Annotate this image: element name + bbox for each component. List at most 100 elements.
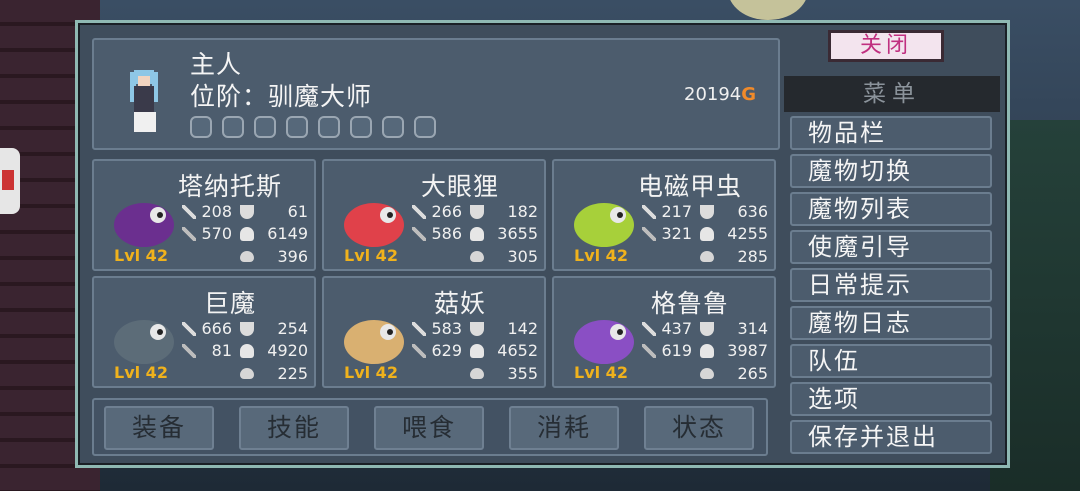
monster-attack: 666 bbox=[201, 319, 232, 338]
monster-card[interactable]: 电磁甲虫 217 636 321 4255 285 Lvl 42 bbox=[552, 159, 776, 271]
feather-icon bbox=[350, 116, 372, 138]
menu-item-options[interactable]: 选项 bbox=[790, 382, 992, 416]
monster-magic: 81 bbox=[211, 341, 232, 360]
heart-icon bbox=[470, 344, 484, 358]
feather-icon bbox=[286, 116, 308, 138]
menu-item-familiar-guide[interactable]: 使魔引导 bbox=[790, 230, 992, 264]
menu-title: 菜单 bbox=[784, 76, 1000, 112]
monster-card[interactable]: 塔纳托斯 208 61 570 6149 396 Lvl 42 bbox=[92, 159, 316, 271]
monster-hp: 4652 bbox=[497, 341, 538, 360]
sword-icon bbox=[182, 322, 196, 336]
player-info-card: 主人 位阶：驯魔大师 20194G bbox=[92, 38, 780, 150]
shield-icon bbox=[240, 322, 254, 336]
monster-magic: 321 bbox=[661, 224, 692, 243]
monster-pupil bbox=[387, 329, 393, 335]
monster-mana: 355 bbox=[507, 364, 538, 383]
monster-card[interactable]: 巨魔 666 254 81 4920 225 Lvl 42 bbox=[92, 276, 316, 388]
shield-icon bbox=[700, 205, 714, 219]
shield-icon bbox=[700, 322, 714, 336]
monster-defense: 314 bbox=[737, 319, 768, 338]
monster-defense: 254 bbox=[277, 319, 308, 338]
staff-icon bbox=[642, 344, 656, 358]
monster-name: 塔纳托斯 bbox=[177, 172, 282, 201]
menu-item-inventory[interactable]: 物品栏 bbox=[790, 116, 992, 150]
staff-icon bbox=[412, 227, 426, 241]
staff-icon bbox=[182, 227, 196, 241]
monster-magic: 629 bbox=[431, 341, 462, 360]
monster-hp: 3987 bbox=[727, 341, 768, 360]
sword-icon bbox=[412, 322, 426, 336]
monster-level: Lvl 42 bbox=[574, 363, 628, 382]
feather-icon bbox=[318, 116, 340, 138]
monster-defense: 61 bbox=[287, 202, 308, 221]
player-sprite bbox=[130, 70, 158, 132]
monster-level: Lvl 42 bbox=[114, 246, 168, 265]
monster-defense: 182 bbox=[507, 202, 538, 221]
menu-item-daily-tips[interactable]: 日常提示 bbox=[790, 268, 992, 302]
monster-body bbox=[114, 320, 174, 364]
menu-item-monster-log[interactable]: 魔物日志 bbox=[790, 306, 992, 340]
monster-magic: 570 bbox=[201, 224, 232, 243]
menu-item-monster-list[interactable]: 魔物列表 bbox=[790, 192, 992, 226]
staff-icon bbox=[642, 227, 656, 241]
monster-defense: 636 bbox=[737, 202, 768, 221]
tab-equipment[interactable]: 装备 bbox=[104, 406, 214, 450]
menu-item-save-quit[interactable]: 保存并退出 bbox=[790, 420, 992, 454]
shield-icon bbox=[240, 205, 254, 219]
scroll-icon bbox=[414, 116, 436, 138]
monster-defense: 142 bbox=[507, 319, 538, 338]
sword-icon bbox=[642, 205, 656, 219]
monster-level: Lvl 42 bbox=[344, 363, 398, 382]
monster-pupil bbox=[157, 329, 163, 335]
monster-hp: 3655 bbox=[497, 224, 538, 243]
side-app-tab[interactable] bbox=[0, 148, 20, 214]
potion-icon bbox=[240, 368, 254, 379]
gold-amount: 20194 bbox=[684, 84, 742, 105]
monster-attack: 208 bbox=[201, 202, 232, 221]
monster-hp: 4920 bbox=[267, 341, 308, 360]
monster-name: 菇妖 bbox=[433, 289, 486, 318]
monster-pupil bbox=[617, 329, 623, 335]
potion-icon bbox=[240, 251, 254, 262]
heart-icon bbox=[700, 344, 714, 358]
monster-pupil bbox=[157, 212, 163, 218]
potion-icon bbox=[470, 251, 484, 262]
gold-icon: G bbox=[741, 84, 757, 105]
monster-attack: 266 bbox=[431, 202, 462, 221]
monster-card[interactable]: 格鲁鲁 437 314 619 3987 265 Lvl 42 bbox=[552, 276, 776, 388]
monster-name: 巨魔 bbox=[203, 289, 256, 318]
sword-icon bbox=[182, 205, 196, 219]
monster-pupil bbox=[387, 212, 393, 218]
monster-card[interactable]: 菇妖 583 142 629 4652 355 Lvl 42 bbox=[322, 276, 546, 388]
tab-skills[interactable]: 技能 bbox=[239, 406, 349, 450]
tab-feed[interactable]: 喂食 bbox=[374, 406, 484, 450]
player-name: 主人 bbox=[190, 50, 243, 79]
menu-item-switch-monster[interactable]: 魔物切换 bbox=[790, 154, 992, 188]
monster-mana: 265 bbox=[737, 364, 768, 383]
rank-icons bbox=[190, 116, 436, 138]
sword-icon bbox=[642, 322, 656, 336]
monster-body bbox=[344, 203, 404, 247]
monster-attack: 583 bbox=[431, 319, 462, 338]
egg-icon bbox=[222, 116, 244, 138]
monster-magic: 586 bbox=[431, 224, 462, 243]
potion-icon bbox=[700, 251, 714, 262]
monster-hp: 4255 bbox=[727, 224, 768, 243]
close-button[interactable]: 关闭 bbox=[828, 30, 944, 62]
monster-mana: 225 bbox=[277, 364, 308, 383]
monster-body bbox=[344, 320, 404, 364]
skull-icon bbox=[254, 116, 276, 138]
shield-icon bbox=[470, 205, 484, 219]
tab-status[interactable]: 状态 bbox=[644, 406, 754, 450]
monster-card[interactable]: 大眼狸 266 182 586 3655 305 Lvl 42 bbox=[322, 159, 546, 271]
monster-hp: 6149 bbox=[267, 224, 308, 243]
monster-name: 大眼狸 bbox=[420, 172, 499, 201]
shield-icon bbox=[470, 322, 484, 336]
monster-body bbox=[574, 320, 634, 364]
monster-body bbox=[574, 203, 634, 247]
staff-icon bbox=[182, 344, 196, 358]
monster-name: 格鲁鲁 bbox=[650, 289, 729, 318]
monster-mana: 305 bbox=[507, 247, 538, 266]
menu-item-party[interactable]: 队伍 bbox=[790, 344, 992, 378]
tab-consume[interactable]: 消耗 bbox=[509, 406, 619, 450]
